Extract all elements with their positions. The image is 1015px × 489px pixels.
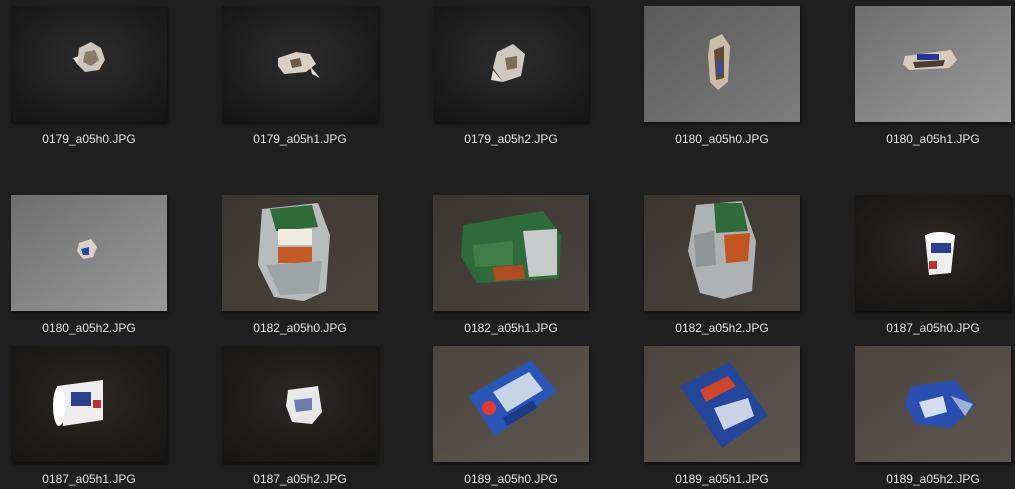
photo-yogurt-cup [855,195,1011,311]
photo-wrapper [644,6,800,122]
file-tile[interactable]: 0180_a05h1.JPG [855,6,1013,146]
image-thumbnail[interactable] [433,346,589,462]
file-tile[interactable]: 0187_a05h0.JPG [855,195,1013,335]
image-thumbnail[interactable] [433,195,589,311]
photo-foil-ball [222,6,378,122]
file-thumbnail-grid: 0179_a05h0.JPG 0179_a05h1.JPG 0179_a05h2… [0,0,1015,489]
file-name-label: 0182_a05h1.JPG [464,321,558,335]
file-tile[interactable]: 0180_a05h0.JPG [644,6,802,146]
photo-green-bag [222,195,378,311]
file-tile[interactable]: 0179_a05h0.JPG [11,6,169,146]
photo-green-bag [644,195,800,311]
image-thumbnail[interactable] [855,195,1011,311]
photo-wrapper [11,195,167,311]
image-thumbnail[interactable] [11,6,167,122]
file-name-label: 0189_a05h2.JPG [886,472,980,486]
photo-yogurt-cup [11,346,167,462]
image-thumbnail[interactable] [11,195,167,311]
file-name-label: 0180_a05h0.JPG [675,132,769,146]
image-thumbnail[interactable] [644,6,800,122]
image-thumbnail[interactable] [222,6,378,122]
file-name-label: 0187_a05h1.JPG [42,472,136,486]
file-tile[interactable]: 0179_a05h1.JPG [222,6,380,146]
file-name-label: 0182_a05h0.JPG [253,321,347,335]
file-name-label: 0187_a05h0.JPG [886,321,980,335]
image-thumbnail[interactable] [855,6,1011,122]
image-thumbnail[interactable] [433,6,589,122]
file-tile[interactable]: 0187_a05h2.JPG [222,346,380,486]
file-name-label: 0182_a05h2.JPG [675,321,769,335]
file-name-label: 0179_a05h0.JPG [42,132,136,146]
file-tile[interactable]: 0182_a05h1.JPG [433,195,591,335]
file-name-label: 0189_a05h1.JPG [675,472,769,486]
file-tile[interactable]: 0189_a05h0.JPG [433,346,591,486]
image-thumbnail[interactable] [222,346,378,462]
file-tile[interactable]: 0180_a05h2.JPG [11,195,169,335]
image-thumbnail[interactable] [222,195,378,311]
image-thumbnail[interactable] [855,346,1011,462]
file-tile[interactable]: 0189_a05h2.JPG [855,346,1013,486]
file-name-label: 0180_a05h2.JPG [42,321,136,335]
file-name-label: 0179_a05h1.JPG [253,132,347,146]
photo-blue-bag [855,346,1011,462]
photo-green-bag [433,195,589,311]
file-name-label: 0187_a05h2.JPG [253,472,347,486]
photo-yogurt-cup [222,346,378,462]
photo-blue-bag [433,346,589,462]
photo-foil-ball [433,6,589,122]
photo-foil-ball [11,6,167,122]
file-name-label: 0180_a05h1.JPG [886,132,980,146]
image-thumbnail[interactable] [11,346,167,462]
file-tile[interactable]: 0182_a05h0.JPG [222,195,380,335]
file-tile[interactable]: 0189_a05h1.JPG [644,346,802,486]
file-tile[interactable]: 0187_a05h1.JPG [11,346,169,486]
file-name-label: 0189_a05h0.JPG [464,472,558,486]
image-thumbnail[interactable] [644,346,800,462]
file-name-label: 0179_a05h2.JPG [464,132,558,146]
image-thumbnail[interactable] [644,195,800,311]
file-tile[interactable]: 0179_a05h2.JPG [433,6,591,146]
photo-blue-bag [644,346,800,462]
photo-wrapper [855,6,1011,122]
file-tile[interactable]: 0182_a05h2.JPG [644,195,802,335]
